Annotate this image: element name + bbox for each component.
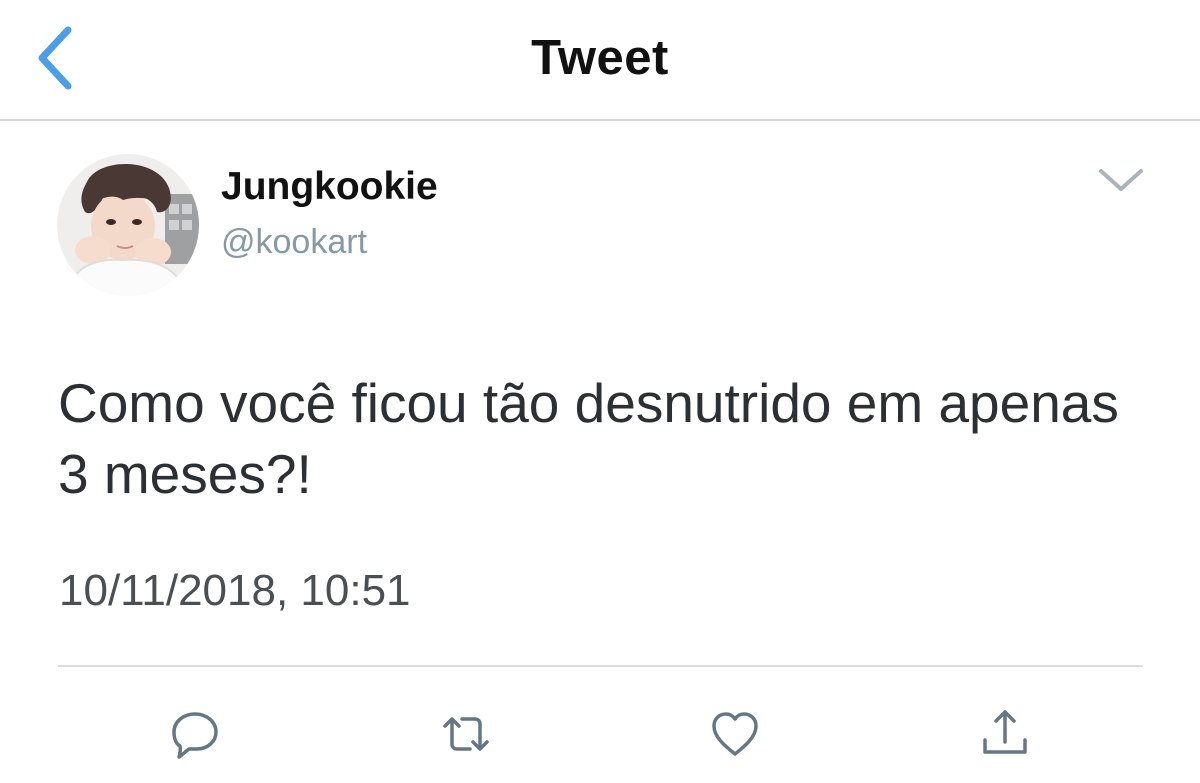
more-options-button[interactable] — [1093, 161, 1149, 201]
page-title: Tweet — [531, 31, 669, 85]
share-button[interactable] — [973, 702, 1037, 766]
reply-button[interactable] — [163, 702, 227, 766]
retweet-button[interactable] — [434, 702, 498, 766]
tweet-timestamp: 10/11/2018, 10:51 — [59, 566, 411, 615]
divider — [58, 665, 1143, 667]
avatar[interactable] — [57, 154, 199, 296]
avatar-photo — [57, 154, 199, 296]
tweet-text: Como você ficou tão desnutrido em apenas… — [58, 372, 1119, 505]
tweet-header: Jungkookie @kookart — [0, 121, 1200, 321]
chevron-down-icon — [1099, 169, 1143, 191]
author-display-name[interactable]: Jungkookie — [221, 165, 438, 209]
like-button[interactable] — [703, 702, 767, 766]
action-bar — [0, 690, 1200, 770]
heart-icon — [712, 712, 758, 756]
nav-bar: Tweet — [0, 0, 1200, 121]
reply-icon — [172, 712, 218, 759]
retweet-icon — [443, 717, 489, 751]
share-icon — [983, 710, 1027, 754]
author-handle[interactable]: @kookart — [221, 223, 367, 262]
